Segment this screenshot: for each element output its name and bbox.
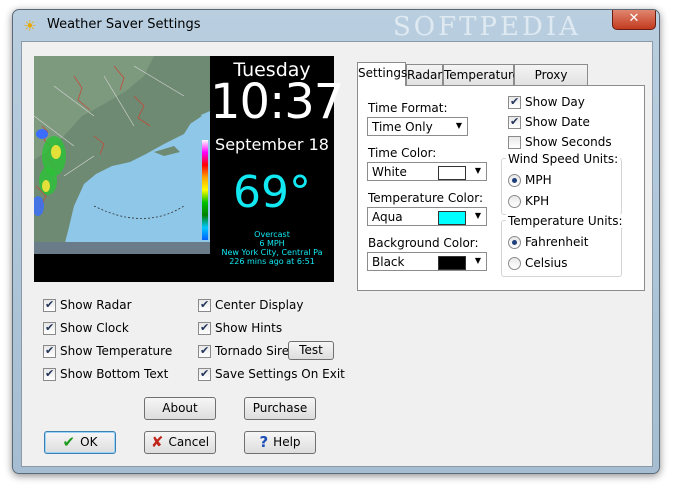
checkbox-label: Show Temperature bbox=[60, 344, 173, 358]
temperature-units-title: Temperature Units: bbox=[506, 214, 625, 228]
checkmark-icon: ✔ bbox=[62, 433, 76, 451]
checkbox-label: Save Settings On Exit bbox=[215, 367, 345, 381]
close-icon: ✕ bbox=[628, 11, 640, 26]
checkbox-box[interactable] bbox=[508, 115, 521, 129]
preview-station: New York City, Central Pa bbox=[221, 248, 323, 257]
dropdown-arrow-icon: ▼ bbox=[455, 121, 462, 130]
tab-temperature[interactable]: Temperature bbox=[443, 64, 520, 85]
checkbox-label: Show Date bbox=[525, 115, 590, 129]
sun-icon: ☀ bbox=[23, 17, 37, 35]
ok-label: OK bbox=[80, 435, 98, 449]
radio-dot[interactable] bbox=[508, 257, 521, 270]
checkbox-label: Show Clock bbox=[60, 321, 129, 335]
temperature-color-select[interactable]: Aqua ▼ bbox=[367, 207, 487, 226]
dropdown-arrow-icon: ▼ bbox=[474, 256, 481, 265]
close-button[interactable]: ✕ bbox=[612, 10, 656, 30]
temperature-color-swatch bbox=[438, 211, 466, 225]
preview-temperature: 69° bbox=[233, 167, 311, 218]
radio-label: MPH bbox=[525, 173, 552, 187]
checkbox-box[interactable] bbox=[43, 344, 56, 358]
dropdown-arrow-icon: ▼ bbox=[474, 166, 481, 175]
temperature-units-group: Temperature Units: Fahrenheit Celsius bbox=[501, 214, 625, 277]
checkbox-box[interactable] bbox=[508, 136, 521, 149]
background-color-label: Background Color: bbox=[368, 236, 479, 250]
time-format-value: Time Only bbox=[372, 120, 433, 134]
radio-dot[interactable] bbox=[508, 236, 521, 249]
checkbox-label: Center Display bbox=[215, 298, 304, 312]
window-title: Weather Saver Settings bbox=[47, 17, 201, 32]
time-format-label: Time Format: bbox=[368, 101, 448, 115]
radar-map bbox=[34, 56, 210, 254]
preview-date: September 18 bbox=[215, 135, 329, 154]
checkbox-box[interactable] bbox=[198, 344, 211, 358]
checkbox-box[interactable] bbox=[43, 298, 56, 312]
preview-condition: Overcast bbox=[254, 230, 290, 239]
checkbox-box[interactable] bbox=[43, 321, 56, 335]
background-color-value: Black bbox=[372, 255, 405, 269]
tab-radar[interactable]: Radar bbox=[406, 64, 443, 85]
ok-button[interactable]: ✔ OK bbox=[44, 431, 116, 454]
cross-icon: ✘ bbox=[150, 433, 164, 451]
cancel-label: Cancel bbox=[168, 435, 210, 449]
help-label: Help bbox=[273, 435, 301, 449]
background-color-select[interactable]: Black ▼ bbox=[367, 252, 487, 271]
test-siren-button[interactable]: Test bbox=[288, 341, 334, 360]
time-color-label: Time Color: bbox=[368, 146, 437, 160]
dropdown-arrow-icon: ▼ bbox=[474, 211, 481, 220]
checkbox-label: Tornado Siren bbox=[215, 344, 297, 358]
watermark: SOFTPEDIA bbox=[393, 12, 581, 42]
checkbox-label: Show Radar bbox=[60, 298, 132, 312]
preview-wind: 6 MPH bbox=[259, 239, 285, 248]
settings-tab-panel: Time Format: Time Only ▼ Time Color: Whi… bbox=[357, 85, 645, 291]
dialog-body: Tuesday 10:37 September 18 69° Overcast … bbox=[21, 41, 653, 467]
checkbox-box[interactable] bbox=[198, 367, 211, 381]
time-color-swatch bbox=[438, 166, 466, 180]
help-icon: ? bbox=[259, 433, 269, 451]
checkbox-label: Show Bottom Text bbox=[60, 367, 169, 381]
checkbox-box[interactable] bbox=[198, 321, 211, 335]
radar-map-image bbox=[34, 56, 210, 254]
temperature-color-value: Aqua bbox=[372, 210, 403, 224]
preview-updated: 226 mins ago at 6:51 bbox=[229, 257, 315, 266]
settings-window: ☀ Weather Saver Settings SOFTPEDIA ✕ Tue… bbox=[12, 9, 660, 474]
radio-dot[interactable] bbox=[508, 195, 521, 208]
radar-legend bbox=[202, 140, 208, 240]
purchase-button[interactable]: Purchase bbox=[244, 397, 316, 420]
about-button[interactable]: About bbox=[144, 397, 216, 420]
time-format-select[interactable]: Time Only ▼ bbox=[367, 117, 468, 136]
preview-time: 10:37 bbox=[210, 74, 344, 130]
checkbox-label: Show Seconds bbox=[525, 135, 612, 149]
checkbox-label: Show Hints bbox=[215, 321, 283, 335]
wind-speed-units-title: Wind Speed Units: bbox=[506, 152, 621, 166]
weather-preview: Tuesday 10:37 September 18 69° Overcast … bbox=[34, 56, 344, 282]
checkbox-box[interactable] bbox=[508, 95, 521, 109]
checkbox-label: Show Day bbox=[525, 95, 585, 109]
time-color-value: White bbox=[372, 165, 407, 179]
background-color-swatch bbox=[438, 256, 466, 270]
wind-speed-units-group: Wind Speed Units: MPH KPH bbox=[501, 152, 622, 215]
title-bar[interactable]: ☀ Weather Saver Settings SOFTPEDIA ✕ bbox=[13, 10, 659, 42]
radio-label: Celsius bbox=[525, 256, 568, 270]
temperature-color-label: Temperature Color: bbox=[368, 191, 483, 205]
radio-label: Fahrenheit bbox=[525, 235, 589, 249]
checkbox-box[interactable] bbox=[43, 367, 56, 381]
tab-settings[interactable]: Settings bbox=[357, 62, 407, 86]
radio-dot[interactable] bbox=[508, 174, 521, 187]
time-color-select[interactable]: White ▼ bbox=[367, 162, 487, 181]
help-button[interactable]: ? Help bbox=[244, 431, 316, 454]
checkbox-box[interactable] bbox=[198, 298, 211, 312]
radio-label: KPH bbox=[525, 194, 550, 208]
cancel-button[interactable]: ✘ Cancel bbox=[144, 431, 216, 454]
tab-proxy-server[interactable]: Proxy Server bbox=[514, 64, 588, 102]
